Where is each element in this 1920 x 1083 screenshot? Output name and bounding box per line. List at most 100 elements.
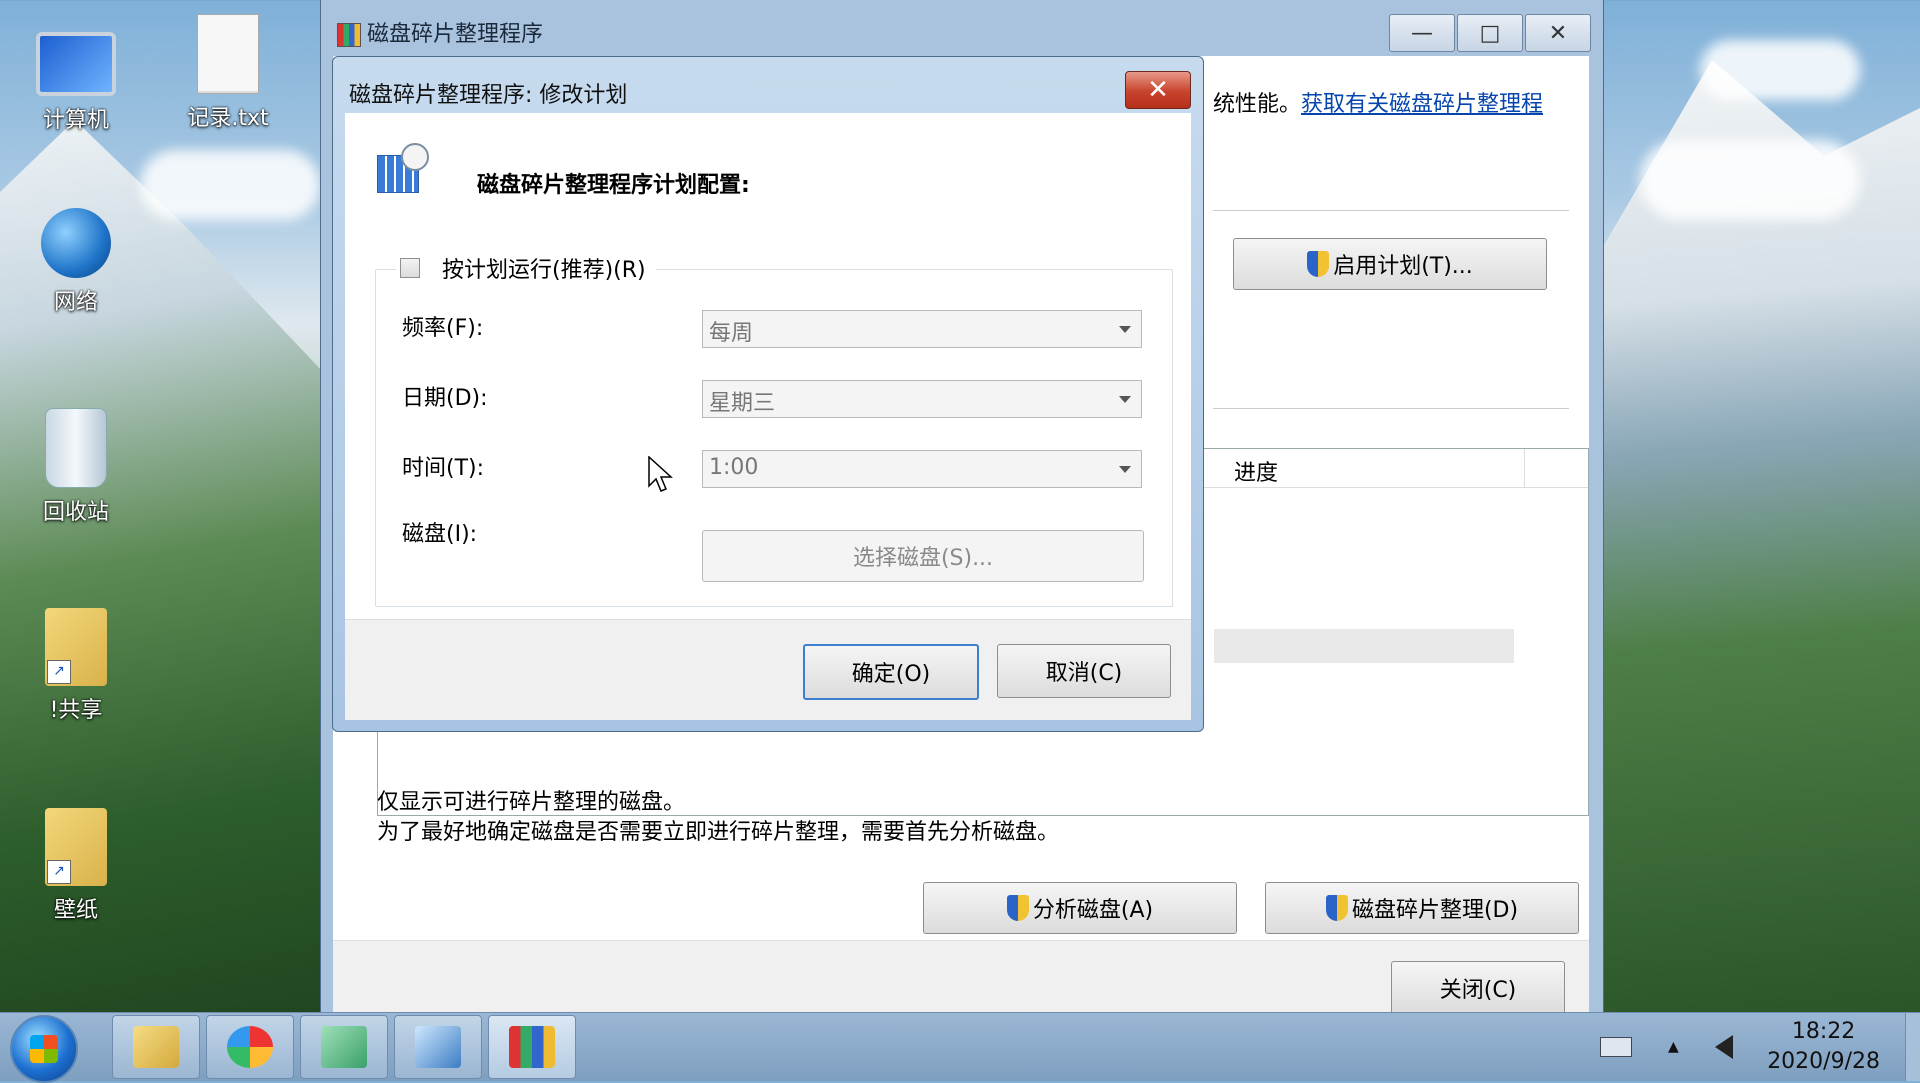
button-label: 磁盘碎片整理(D) xyxy=(1351,898,1519,923)
text-file-icon xyxy=(197,14,259,94)
caption-buttons: — □ ✕ xyxy=(1387,14,1591,52)
day-value: 星期三 xyxy=(709,391,776,416)
mouse-cursor-icon xyxy=(648,456,673,492)
computer-icon xyxy=(36,32,116,96)
folder-icon: ↗ xyxy=(45,608,107,686)
document-icon xyxy=(321,1026,367,1068)
desktop-icon-record-txt[interactable]: 记录.txt xyxy=(168,14,288,132)
list-row-selection[interactable] xyxy=(1214,629,1514,663)
desktop-icon-computer[interactable]: 计算机 xyxy=(16,20,136,134)
chevron-down-icon xyxy=(1119,396,1131,403)
enable-schedule-button[interactable]: 启用计划(T)... xyxy=(1233,238,1547,290)
browser-icon xyxy=(227,1026,273,1068)
desktop-icon-share[interactable]: ↗ !共享 xyxy=(16,608,136,724)
button-label: 分析磁盘(A) xyxy=(1032,898,1154,923)
shortcut-arrow-icon: ↗ xyxy=(47,660,71,684)
taskbar-clock[interactable]: 18:22 2020/9/28 xyxy=(1767,1017,1880,1077)
column-divider xyxy=(1524,449,1525,487)
day-label: 日期(D): xyxy=(402,386,488,411)
run-on-schedule-checkbox[interactable] xyxy=(400,258,420,278)
start-button[interactable] xyxy=(10,1015,78,1083)
network-globe-icon xyxy=(41,208,111,278)
defrag-app-icon xyxy=(337,23,361,47)
cancel-button[interactable]: 取消(C) xyxy=(997,644,1171,698)
wallpaper-cloud xyxy=(140,150,320,220)
minimize-button[interactable]: — xyxy=(1389,14,1455,52)
frequency-value: 每周 xyxy=(709,321,754,346)
recycle-bin-icon xyxy=(45,408,107,488)
desktop-icon-label: 壁纸 xyxy=(53,898,98,923)
dialog-client-area: 磁盘碎片整理程序计划配置: 按计划运行(推荐)(R) 频率(F): 每周 日期(… xyxy=(345,113,1191,720)
taskbar-app-green[interactable] xyxy=(300,1015,388,1079)
select-disks-button[interactable]: 选择磁盘(S)... xyxy=(702,530,1144,582)
frequency-label: 频率(F): xyxy=(402,316,484,341)
divider xyxy=(1213,210,1569,211)
shortcut-arrow-icon: ↗ xyxy=(47,860,71,884)
run-on-schedule-label: 按计划运行(推荐)(R) xyxy=(442,258,646,283)
window-title: 磁盘碎片整理程序 xyxy=(337,16,543,48)
defragment-disk-button[interactable]: 磁盘碎片整理(D) xyxy=(1265,882,1579,934)
taskbar-explorer[interactable] xyxy=(112,1015,200,1079)
clock-icon xyxy=(401,143,429,171)
defrag-app-icon xyxy=(509,1026,555,1068)
desktop-icon-label: 回收站 xyxy=(42,500,109,525)
wallpaper-cloud xyxy=(1700,40,1860,100)
modify-schedule-dialog: 磁盘碎片整理程序: 修改计划 ✕ 磁盘碎片整理程序计划配置: 按计划运行(推荐)… xyxy=(332,56,1204,732)
desktop-icon-wallpaper[interactable]: ↗ 壁纸 xyxy=(16,808,136,924)
desktop-icon-label: 网络 xyxy=(53,290,98,315)
tray-expand-arrow[interactable]: ▲ xyxy=(1668,1039,1679,1055)
help-link[interactable]: 获取有关磁盘碎片整理程 xyxy=(1301,92,1543,117)
folder-icon: ↗ xyxy=(45,808,107,886)
column-header-progress[interactable]: 进度 xyxy=(1234,455,1278,487)
keyboard-icon[interactable] xyxy=(1600,1037,1632,1057)
calendar-clock-icon xyxy=(377,143,429,193)
folder-icon xyxy=(133,1026,179,1068)
window-title-text: 磁盘碎片整理程序 xyxy=(367,22,544,47)
taskbar: ▲ 18:22 2020/9/28 xyxy=(0,1012,1920,1083)
note-line-1: 仅显示可进行碎片整理的磁盘。 xyxy=(377,790,686,815)
dialog-close-button[interactable]: ✕ xyxy=(1125,71,1191,109)
clock-date: 2020/9/28 xyxy=(1767,1049,1880,1074)
taskbar-defragmenter[interactable] xyxy=(488,1015,576,1079)
taskbar-control-panel[interactable] xyxy=(394,1015,482,1079)
note-line-2: 为了最好地确定磁盘是否需要立即进行碎片整理，需要首先分析磁盘。 xyxy=(377,820,1060,845)
footer-strip: 关闭(C) xyxy=(333,940,1589,1015)
time-value: 1:00 xyxy=(709,455,759,480)
dialog-heading: 磁盘碎片整理程序计划配置: xyxy=(477,173,750,198)
frequency-select[interactable]: 每周 xyxy=(702,310,1142,348)
dialog-footer: 确定(O) 取消(C) xyxy=(345,619,1191,720)
windows-logo-icon xyxy=(30,1035,58,1063)
time-label: 时间(T): xyxy=(402,456,485,481)
dialog-title: 磁盘碎片整理程序: 修改计划 xyxy=(349,83,628,108)
description-text: 统性能。获取有关磁盘碎片整理程 xyxy=(1213,86,1543,118)
run-on-schedule-option[interactable]: 按计划运行(推荐)(R) xyxy=(396,252,656,284)
taskbar-browser[interactable] xyxy=(206,1015,294,1079)
close-button[interactable]: ✕ xyxy=(1525,14,1591,52)
analyze-disk-button[interactable]: 分析磁盘(A) xyxy=(923,882,1237,934)
schedule-group: 按计划运行(推荐)(R) 频率(F): 每周 日期(D): 星期三 时间(T):… xyxy=(375,252,1173,607)
divider xyxy=(1213,408,1569,409)
desktop-icon-network[interactable]: 网络 xyxy=(16,208,136,316)
close-window-button[interactable]: 关闭(C) xyxy=(1391,961,1565,1015)
show-desktop-button[interactable] xyxy=(1905,1013,1920,1081)
wallpaper-cloud xyxy=(1640,140,1860,220)
uac-shield-icon xyxy=(1307,251,1330,277)
monitor-icon xyxy=(415,1026,461,1068)
desktop-icon-label: 计算机 xyxy=(42,108,109,133)
button-label: 启用计划(T)... xyxy=(1333,254,1473,279)
time-select[interactable]: 1:00 xyxy=(702,450,1142,488)
chevron-down-icon xyxy=(1119,466,1131,473)
system-tray: ▲ xyxy=(1600,1013,1733,1081)
day-select[interactable]: 星期三 xyxy=(702,380,1142,418)
desktop-icon-label: 记录.txt xyxy=(187,106,269,131)
uac-shield-icon xyxy=(1325,895,1348,921)
desktop-icon-recycle-bin[interactable]: 回收站 xyxy=(16,408,136,526)
maximize-button[interactable]: □ xyxy=(1457,14,1523,52)
clock-time: 18:22 xyxy=(1791,1019,1856,1044)
disks-label: 磁盘(I): xyxy=(402,522,478,547)
uac-shield-icon xyxy=(1006,895,1029,921)
volume-icon[interactable] xyxy=(1714,1035,1733,1059)
ok-button[interactable]: 确定(O) xyxy=(803,644,979,700)
desktop-icon-label: !共享 xyxy=(49,698,103,723)
description-fragment: 统性能。 xyxy=(1213,92,1302,117)
